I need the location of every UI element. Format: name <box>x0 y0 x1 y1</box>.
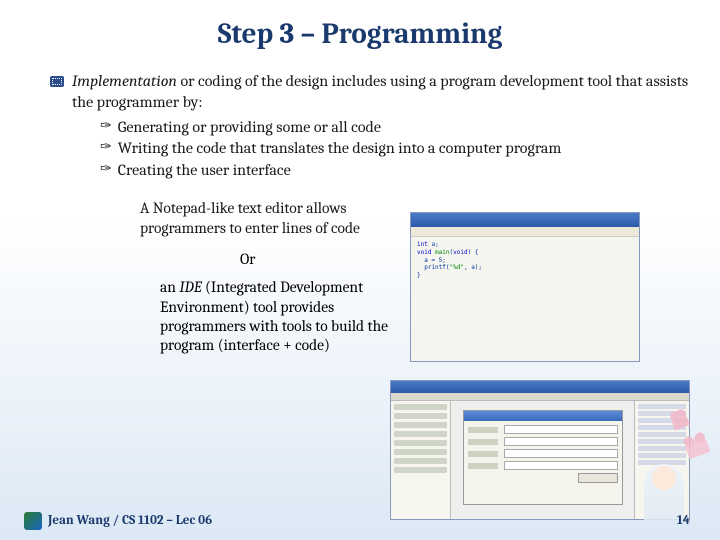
sub-text: Writing the code that translates the des… <box>118 138 562 160</box>
titlebar <box>411 213 639 227</box>
sub-item: ✑ Writing the code that translates the de… <box>100 138 690 160</box>
sub-list: ✑ Generating or providing some or all cod… <box>100 117 690 182</box>
footer-left: Jean Wang / CS 1102 – Lec 06 <box>48 513 212 528</box>
designer-surface <box>451 401 634 519</box>
titlebar <box>391 381 689 393</box>
ide-em: IDE <box>179 278 201 296</box>
notepad-desc: A Notepad-like text editor allows progra… <box>140 199 390 238</box>
bullet-icon <box>50 76 64 87</box>
slide-title: Step 3 – Programming <box>30 18 690 51</box>
form-designer <box>463 410 623 505</box>
ide-pre: an <box>160 278 179 296</box>
menubar <box>411 227 639 237</box>
footer-logo-icon <box>24 512 42 530</box>
sub-item: ✑ Generating or providing some or all cod… <box>100 117 690 139</box>
sub-item: ✑ Creating the user interface <box>100 160 690 182</box>
toolbox-panel <box>391 401 451 519</box>
sub-bullet-icon: ✑ <box>100 160 112 182</box>
sub-bullet-icon: ✑ <box>100 138 112 160</box>
page-number: 14 <box>677 513 690 528</box>
ide-desc: an IDE (Integrated Development Environme… <box>160 278 410 356</box>
sub-text: Creating the user interface <box>118 160 291 182</box>
menubar <box>391 393 689 401</box>
lead-em: Implementation <box>72 72 177 90</box>
sub-bullet-icon: ✑ <box>100 117 112 139</box>
main-text: Implementation or coding of the design i… <box>72 71 690 113</box>
slide-footer: Jean Wang / CS 1102 – Lec 06 14 <box>48 513 690 528</box>
code-area: int a; void main(void) { a = 5; printf("… <box>411 237 639 284</box>
text-editor-screenshot: int a; void main(void) { a = 5; printf("… <box>410 212 640 362</box>
sub-text: Generating or providing some or all code <box>118 117 381 139</box>
main-bullet: Implementation or coding of the design i… <box>50 71 690 113</box>
